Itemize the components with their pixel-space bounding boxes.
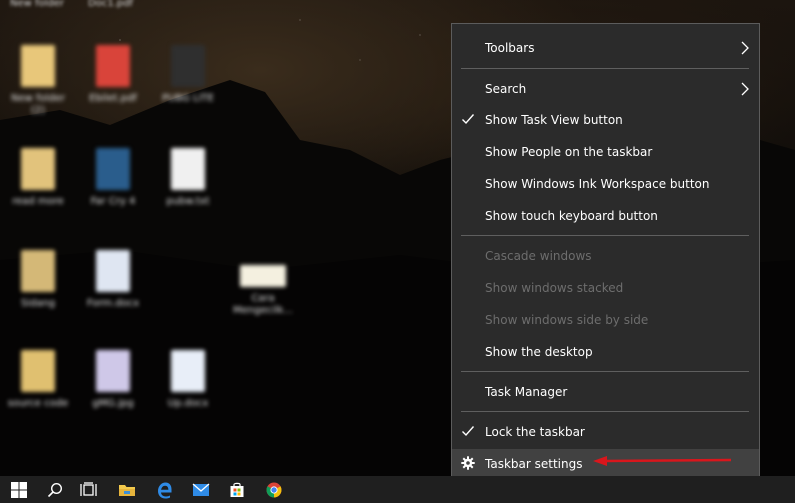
- taskbar-context-menu: Toolbars Search Show Task View button Show …: [451, 23, 760, 479]
- red-annotation-arrow: [593, 456, 732, 466]
- mail-icon: [192, 483, 210, 496]
- edge-browser-button[interactable]: [145, 476, 183, 503]
- task-view-icon: [80, 481, 97, 496]
- mail-button[interactable]: [182, 476, 220, 503]
- taskbar: [0, 476, 795, 503]
- folder-icon: [21, 148, 55, 190]
- menu-item-task-manager[interactable]: Task Manager: [452, 377, 759, 407]
- desktop-icon-label: Form.docx: [86, 298, 140, 309]
- store-button[interactable]: [218, 476, 256, 503]
- search-icon: [47, 482, 63, 497]
- desktop-icon[interactable]: Form.docx: [77, 250, 149, 310]
- menu-item-label: Show windows stacked: [485, 281, 624, 295]
- menu-item-lock-the-taskbar[interactable]: Lock the taskbar: [452, 417, 759, 447]
- desktop-icon[interactable]: Sidang: [2, 250, 74, 310]
- gear-icon: [461, 456, 475, 470]
- desktop-icon-label: Far Cry 4: [90, 196, 136, 207]
- desktop-icon-label: gMG.jpg: [92, 398, 134, 409]
- desktop-icon-label: Sidang: [20, 298, 56, 309]
- image-file-icon: [96, 350, 130, 392]
- chevron-right-icon: [741, 41, 749, 55]
- desktop-icon-label: PUBG LITE: [162, 93, 214, 104]
- menu-separator: [461, 371, 749, 372]
- menu-item-label: Search: [485, 82, 527, 96]
- desktop-icon[interactable]: New folder (2): [2, 45, 74, 117]
- menu-item-label: Show People on the taskbar: [485, 145, 653, 159]
- desktop-icon-label: Cara: [251, 293, 275, 304]
- desktop-icon-label: (2): [30, 105, 46, 116]
- search-button[interactable]: [36, 476, 74, 503]
- desktop-label-cut: New folder: [10, 0, 65, 9]
- file-explorer-button[interactable]: [108, 476, 146, 503]
- desktop-icon[interactable]: gMG.jpg: [77, 350, 149, 410]
- store-icon: [230, 482, 244, 497]
- menu-item-show-touch-keyboard[interactable]: Show touch keyboard button: [452, 201, 759, 231]
- desktop-icon[interactable]: Ebilet.pdf: [77, 45, 149, 105]
- farcry-icon: [96, 148, 130, 190]
- menu-separator: [461, 68, 749, 69]
- start-button[interactable]: [0, 476, 38, 503]
- menu-item-cascade-windows: Cascade windows: [452, 241, 759, 271]
- desktop-icon[interactable]: pubw.txt: [152, 148, 224, 208]
- menu-separator: [461, 235, 749, 236]
- menu-item-label: Show the desktop: [485, 345, 593, 359]
- chrome-icon: [266, 482, 282, 497]
- desktop-icon[interactable]: Far Cry 4: [77, 148, 149, 208]
- menu-item-label: Show touch keyboard button: [485, 209, 658, 223]
- desktop-icon-label: Mengecilk...: [233, 305, 293, 316]
- desktop-icon-label: pubw.txt: [166, 196, 210, 207]
- menu-item-label: Lock the taskbar: [485, 425, 585, 439]
- text-file-icon: [171, 148, 205, 190]
- file-explorer-icon: [119, 484, 135, 496]
- menu-item-show-windows-side-by-side: Show windows side by side: [452, 305, 759, 335]
- desktop-icon-label: New folder: [10, 93, 66, 104]
- checkmark-icon: [462, 114, 475, 125]
- checkmark-icon: [462, 426, 475, 437]
- menu-separator: [461, 411, 749, 412]
- desktop-icon[interactable]: PUBG LITE: [152, 45, 224, 105]
- word-doc-icon: [171, 350, 205, 392]
- desktop-icon-label: read more: [12, 196, 64, 207]
- folder-icon: [21, 45, 55, 87]
- pdf-icon: [96, 45, 130, 87]
- menu-item-label: Task Manager: [485, 385, 568, 399]
- menu-item-show-people[interactable]: Show People on the taskbar: [452, 137, 759, 167]
- menu-item-label: Show Task View button: [485, 113, 623, 127]
- chrome-button[interactable]: [255, 476, 293, 503]
- menu-item-label: Show windows side by side: [485, 313, 649, 327]
- word-doc-icon: [96, 250, 130, 292]
- menu-item-search[interactable]: Search: [452, 74, 759, 104]
- desktop-label-cut: Doc1.pdf: [88, 0, 134, 9]
- desktop-icon-label: Up.docx: [167, 398, 209, 409]
- image-file-icon: [240, 265, 286, 287]
- desktop-icon-label: Ebilet.pdf: [89, 93, 137, 104]
- desktop-icon[interactable]: Cara Mengecilk...: [227, 265, 299, 317]
- desktop-icon[interactable]: read more: [2, 148, 74, 208]
- folder-icon: [21, 250, 55, 292]
- menu-item-show-windows-stacked: Show windows stacked: [452, 273, 759, 303]
- menu-item-label: Taskbar settings: [485, 457, 583, 471]
- folder-icon: [21, 350, 55, 392]
- edge-browser-icon: [158, 482, 172, 498]
- menu-item-show-the-desktop[interactable]: Show the desktop: [452, 337, 759, 367]
- windows-start-icon: [11, 481, 27, 498]
- desktop-icon[interactable]: Up.docx: [152, 350, 224, 410]
- desktop-icon[interactable]: source code: [2, 350, 74, 410]
- desktop-icon-label: source code: [7, 398, 69, 409]
- pubg-icon: [171, 45, 205, 87]
- menu-item-show-task-view[interactable]: Show Task View button: [452, 105, 759, 135]
- menu-item-label: Toolbars: [485, 41, 535, 55]
- task-view-button[interactable]: [70, 476, 108, 503]
- menu-item-toolbars[interactable]: Toolbars: [452, 33, 759, 63]
- menu-item-show-ink-workspace[interactable]: Show Windows Ink Workspace button: [452, 169, 759, 199]
- chevron-right-icon: [741, 82, 749, 96]
- menu-item-label: Show Windows Ink Workspace button: [485, 177, 710, 191]
- menu-item-label: Cascade windows: [485, 249, 592, 263]
